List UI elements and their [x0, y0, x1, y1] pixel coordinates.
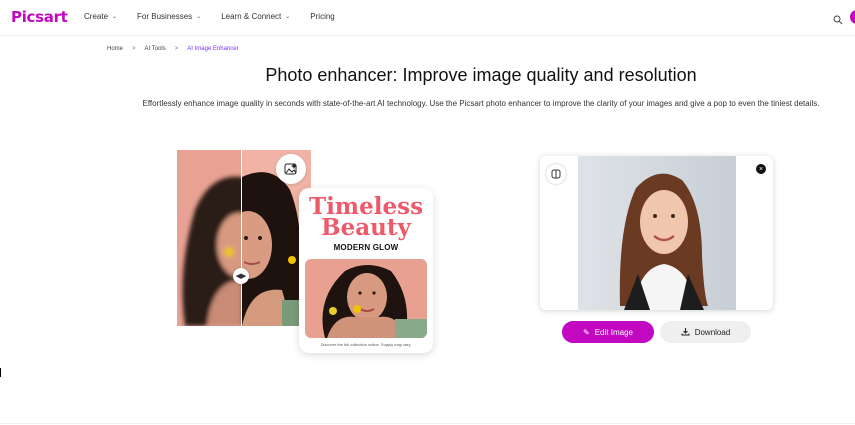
chevron-down-icon: ⌄: [112, 14, 118, 20]
nav-create-label: Create: [84, 12, 109, 21]
compare-slider-handle[interactable]: ◀▶: [233, 268, 249, 284]
card-title: Timeless Beauty: [299, 195, 433, 241]
card-photo: [305, 259, 427, 338]
section-divider: [0, 423, 855, 424]
close-icon[interactable]: ×: [756, 164, 766, 174]
nav-create[interactable]: Create ⌄: [84, 12, 117, 21]
breadcrumb-home[interactable]: Home: [107, 46, 123, 52]
magazine-card: Timeless Beauty MODERN GLOW Discover the…: [299, 188, 433, 353]
page-title: Photo enhancer: Improve image quality an…: [265, 65, 697, 85]
top-header: Picsart Create ⌄ For Businesses ⌄ Learn …: [0, 0, 855, 36]
avatar[interactable]: [850, 10, 855, 24]
download-button[interactable]: Download: [660, 321, 751, 343]
card-footer: Discover the full collection online. Sup…: [320, 342, 412, 347]
nav-for-businesses[interactable]: For Businesses ⌄: [137, 12, 201, 21]
picsart-logo[interactable]: Picsart: [11, 8, 68, 26]
breadcrumb-current: AI Image Enhancer: [187, 46, 239, 52]
enhanced-photo: [578, 156, 736, 310]
chevron-down-icon: ⌄: [285, 14, 291, 20]
nav-pricing-label: Pricing: [310, 12, 335, 21]
image-edit-icon: [276, 154, 306, 184]
breadcrumb-ai-tools[interactable]: AI Tools: [145, 46, 166, 52]
breadcrumb-separator: >: [174, 46, 179, 52]
card-subtitle: MODERN GLOW: [333, 243, 399, 252]
text-cursor: [0, 368, 1, 377]
download-label: Download: [694, 327, 731, 337]
edit-image-label: Edit Image: [594, 327, 633, 337]
nav-learn-connect[interactable]: Learn & Connect ⌄: [221, 12, 290, 21]
nav-pricing[interactable]: Pricing: [310, 12, 334, 21]
page-subtitle: Effortlessly enhance image quality in se…: [142, 99, 820, 108]
card-title-line2: Beauty: [321, 214, 411, 241]
result-preview-panel: [540, 156, 773, 310]
before-half: [177, 150, 261, 326]
pencil-icon: ✎: [583, 327, 590, 337]
chevron-down-icon: ⌄: [196, 14, 202, 20]
edit-image-button[interactable]: ✎ Edit Image: [562, 321, 654, 343]
main-nav: Create ⌄ For Businesses ⌄ Learn & Connec…: [84, 12, 355, 21]
breadcrumb-separator: >: [132, 46, 136, 52]
breadcrumb: Home > AI Tools > AI Image Enhancer: [107, 46, 239, 52]
nav-for-businesses-label: For Businesses: [137, 12, 193, 21]
search-icon[interactable]: [833, 12, 843, 25]
nav-learn-connect-label: Learn & Connect: [221, 12, 282, 21]
download-icon: [681, 327, 690, 338]
compare-toggle-icon[interactable]: [546, 164, 566, 184]
compare-divider: [241, 150, 242, 326]
